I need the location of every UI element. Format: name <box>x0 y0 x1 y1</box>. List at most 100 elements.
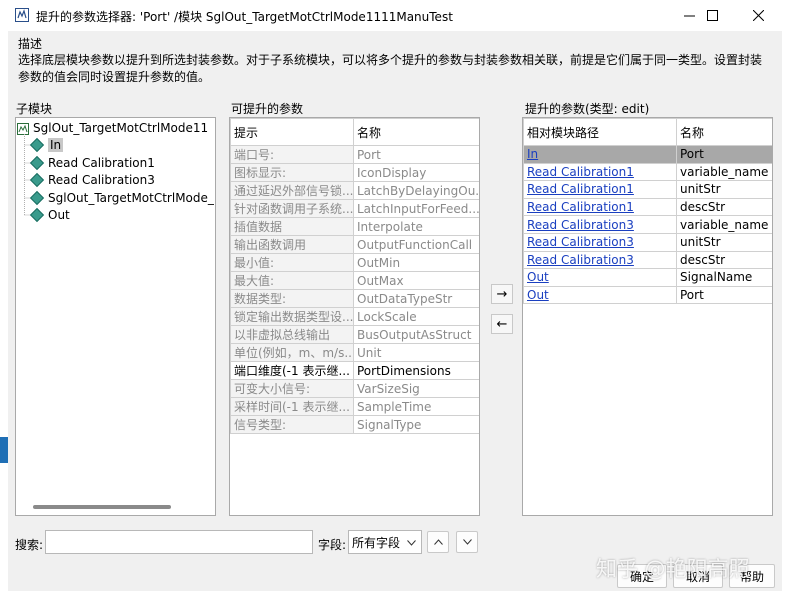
chevron-down-icon <box>462 539 472 545</box>
tree-item-read-calibration3[interactable]: Read Calibration3 <box>29 171 155 189</box>
param-hint-cell: 通过延迟外部信号锁... <box>230 181 354 200</box>
tree-horizontal-scrollbar[interactable] <box>33 505 171 509</box>
maximize-button[interactable] <box>690 0 734 31</box>
search-down-button[interactable] <box>456 531 478 553</box>
promotable-row[interactable]: 最小值: OutMin <box>230 253 479 272</box>
tree-item-label: Out <box>48 208 70 222</box>
promotable-row[interactable]: 针对函数调用子系统... LatchInputForFeed... <box>230 199 479 218</box>
promotable-row[interactable]: 图标显示: IconDisplay <box>230 163 479 182</box>
param-hint-cell: 针对函数调用子系统... <box>230 199 354 218</box>
promotable-row[interactable]: 数据类型: OutDataTypeStr <box>230 289 479 308</box>
promoted-row[interactable]: Out Port <box>523 285 772 305</box>
tree-item-in[interactable]: In <box>29 136 64 154</box>
promotable-row[interactable]: 通过延迟外部信号锁... LatchByDelayingOu... <box>230 181 479 200</box>
param-name-cell: OutDataTypeStr <box>353 289 479 308</box>
promoted-row[interactable]: Read Calibration3 descStr <box>523 250 772 270</box>
block-icon <box>29 207 45 222</box>
promotable-row[interactable]: 信号类型: SignalType <box>230 415 479 434</box>
arrow-left-icon: ← <box>496 316 508 332</box>
promoted-row[interactable]: Read Calibration1 descStr <box>523 197 772 217</box>
param-name-cell: SampleTime <box>353 397 479 416</box>
promoted-row[interactable]: Read Calibration3 variable_name <box>523 215 772 234</box>
tree-item-label: SglOut_TargetMotCtrlMode_ <box>48 191 214 205</box>
remove-param-button[interactable]: ← <box>491 314 513 334</box>
module-path-link[interactable]: Read Calibration1 <box>523 162 677 182</box>
field-select[interactable]: 所有字段 <box>348 530 422 554</box>
promotable-row[interactable]: 可变大小信号: VarSizeSig <box>230 379 479 398</box>
promoted-row[interactable]: Out SignalName <box>523 268 772 287</box>
description-group: 描述 选择底层模块参数以提升到所选封装参数。对于子系统模块，可以将多个提升的参数… <box>13 35 775 89</box>
block-icon <box>29 172 45 187</box>
promotable-row[interactable]: 采样时间(-1 表示继... SampleTime <box>230 397 479 416</box>
param-name-cell: SignalName <box>676 268 772 287</box>
field-label: 字段: <box>318 538 347 552</box>
module-path-link[interactable]: Read Calibration3 <box>523 215 677 234</box>
param-hint-cell: 端口维度(-1 表示继... <box>230 361 354 380</box>
param-hint-cell: 最小值: <box>230 253 354 272</box>
param-name-cell: Port <box>353 145 479 164</box>
promotable-row[interactable]: 插值数据 Interpolate <box>230 217 479 236</box>
submodule-tree[interactable]: SglOut_TargetMotCtrlMode11 In Read Calib… <box>15 117 216 516</box>
tree-item-label: In <box>48 138 64 152</box>
chevron-down-icon <box>407 540 416 546</box>
close-button[interactable] <box>736 0 780 31</box>
maximize-icon <box>706 10 718 21</box>
subsystem-icon <box>17 122 29 135</box>
param-name-cell: Port <box>676 145 772 164</box>
tree-item-label: Read Calibration3 <box>48 173 155 187</box>
promotable-params-label: 可提升的参数 <box>231 102 304 116</box>
module-path-link[interactable]: Read Calibration3 <box>523 250 677 270</box>
module-path-link[interactable]: Out <box>523 285 677 305</box>
promoted-row[interactable]: Read Calibration1 unitStr <box>523 180 772 199</box>
arrow-right-icon: → <box>496 286 508 302</box>
close-icon <box>752 10 764 21</box>
watermark: 知乎 @艳阳高照 <box>596 557 750 581</box>
promoted-params-table[interactable]: 相对模块路径 名称 In Port Read Calibration1 variabl… <box>522 117 773 516</box>
param-hint-cell: 以非虚拟总线输出 <box>230 325 354 344</box>
param-hint-cell: 信号类型: <box>230 415 354 434</box>
column-header-path[interactable]: 相对模块路径 <box>523 118 677 146</box>
promotable-row[interactable]: 输出函数调用 OutputFunctionCall <box>230 235 479 254</box>
param-name-cell: OutMax <box>353 271 479 290</box>
promoted-row[interactable]: In Port <box>523 145 772 164</box>
param-hint-cell: 最大值: <box>230 271 354 290</box>
background-window-edge <box>0 437 8 463</box>
tree-root[interactable]: SglOut_TargetMotCtrlMode11 <box>17 119 208 137</box>
param-name-cell: Interpolate <box>353 217 479 236</box>
promotable-row[interactable]: 以非虚拟总线输出 BusOutputAsStruct <box>230 325 479 344</box>
promotable-row[interactable]: 单位(例如，m、m/s... Unit <box>230 343 479 362</box>
tree-item-out[interactable]: Out <box>29 206 70 224</box>
module-path-link[interactable]: Read Calibration3 <box>523 232 677 252</box>
promotable-row[interactable]: 最大值: OutMax <box>230 271 479 290</box>
param-hint-cell: 插值数据 <box>230 217 354 236</box>
search-up-button[interactable] <box>427 531 449 553</box>
module-path-link[interactable]: Out <box>523 268 677 287</box>
param-hint-cell: 数据类型: <box>230 289 354 308</box>
param-hint-cell: 图标显示: <box>230 163 354 182</box>
promotable-row[interactable]: 端口号: Port <box>230 145 479 164</box>
module-path-link[interactable]: Read Calibration1 <box>523 180 677 199</box>
promoted-row[interactable]: Read Calibration1 variable_name <box>523 162 772 182</box>
param-name-cell: variable_name <box>676 162 772 182</box>
param-hint-cell: 单位(例如，m、m/s... <box>230 343 354 362</box>
module-path-link[interactable]: In <box>523 145 677 164</box>
promotable-params-table[interactable]: 提示 名称 端口号: Port 图标显示: IconDisplay 通过延迟外部信号锁.… <box>229 117 480 516</box>
window-title: 提升的参数选择器: 'Port' /模块 SglOut_TargetMotCtr… <box>36 10 453 24</box>
block-icon <box>29 137 45 152</box>
promoted-row[interactable]: Read Calibration3 unitStr <box>523 232 772 252</box>
column-header-name[interactable]: 名称 <box>676 118 772 146</box>
param-hint-cell: 端口号: <box>230 145 354 164</box>
add-param-button[interactable]: → <box>491 284 513 304</box>
search-input[interactable] <box>45 530 313 554</box>
column-header-name[interactable]: 名称 <box>353 118 479 146</box>
tree-item-read-calibration1[interactable]: Read Calibration1 <box>29 154 155 172</box>
param-name-cell: SignalType <box>353 415 479 434</box>
tree-item-sglout-subsystem[interactable]: SglOut_TargetMotCtrlMode_ <box>29 189 214 207</box>
title-bar: 提升的参数选择器: 'Port' /模块 SglOut_TargetMotCtr… <box>0 0 789 31</box>
param-name-cell: LatchByDelayingOu... <box>353 181 479 200</box>
column-header-hint[interactable]: 提示 <box>230 118 354 146</box>
module-path-link[interactable]: Read Calibration1 <box>523 197 677 217</box>
promotable-row[interactable]: 端口维度(-1 表示继... PortDimensions <box>230 361 479 380</box>
promotable-row[interactable]: 锁定输出数据类型设... LockScale <box>230 307 479 326</box>
param-hint-cell: 采样时间(-1 表示继... <box>230 397 354 416</box>
